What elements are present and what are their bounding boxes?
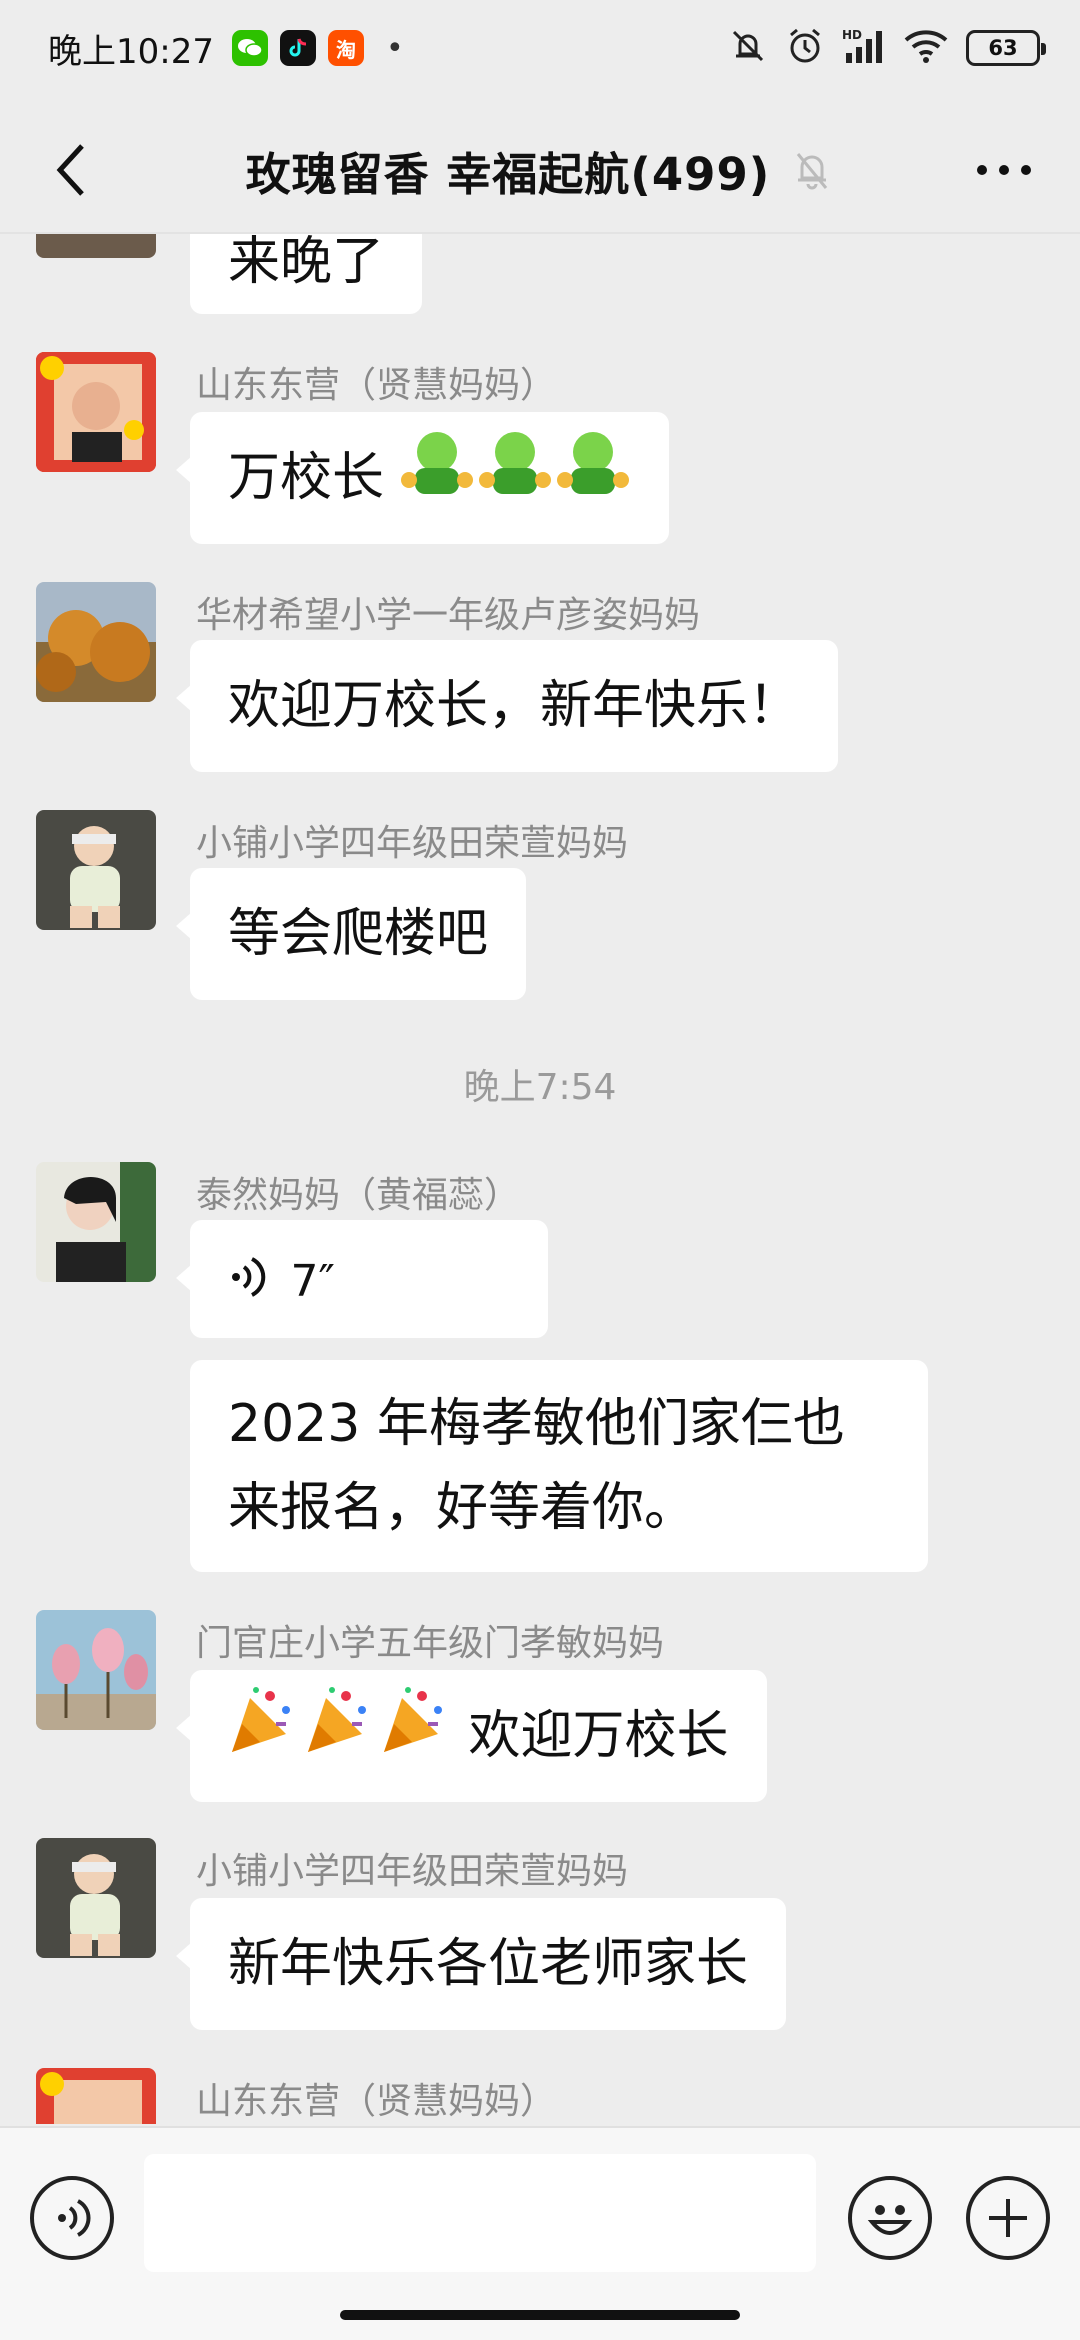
message-text-line: 来报名，好等着你。 [228,1478,697,1538]
plus-icon [989,2199,1027,2237]
more-options-button[interactable] [968,138,1040,202]
avatar[interactable] [36,810,156,930]
avatar[interactable] [36,352,156,472]
sender-name: 小铺小学四年级田荣萱妈妈 [196,823,629,864]
taobao-icon: 淘 [327,30,364,66]
sender-name: 小铺小学四年级田荣萱妈妈 [196,1851,629,1892]
mute-bell-icon [790,148,834,192]
gentleman-emoji [400,415,631,547]
smiley-icon [867,2205,913,2235]
more-actions-button[interactable] [966,2176,1050,2260]
voice-message-bubble[interactable]: 7″ [176,1220,548,1341]
message-bubble[interactable]: 万校长 [176,412,669,547]
time-separator: 晚上7:54 [463,1067,617,1108]
message-bubble[interactable]: 欢迎万校长，新年快乐！ [175,640,839,772]
message-text: 欢迎万校长 [468,1706,729,1766]
voice-wave-icon [230,1223,266,1341]
message-bubble[interactable]: 来晚了 [190,234,423,314]
avatar[interactable] [36,1610,156,1730]
voice-duration: 7″ [290,1256,335,1307]
message-bubble[interactable]: 2023 年梅孝敏他们家仨也 来报名，好等着你。 [190,1360,928,1572]
chat-header: 玫瑰留香 幸福起航(499) [0,110,1080,230]
chevron-left-icon [56,144,84,196]
avatar[interactable] [36,582,156,702]
voice-input-button[interactable] [30,2176,114,2260]
message-text: 万校长 [228,448,385,508]
alarm-icon [786,27,824,69]
chat-title: 玫瑰留香 幸福起航(499) [245,147,771,201]
tiktok-icon [279,30,316,66]
notification-dot: • [385,30,404,66]
input-bar [0,2126,1080,2340]
sender-name: 门官庄小学五年级门孝敏妈妈 [196,1623,665,1664]
chat-message-list[interactable]: 来晚了 山东东营（贤慧妈妈） 万校长 华材希望小学一年级卢彦姿妈妈 欢迎万校长，… [0,234,1080,2124]
status-indicators: HD 63 [728,26,1046,70]
sender-name: 山东东营（贤慧妈妈） [196,365,557,406]
sender-name: 山东东营（贤慧妈妈） [196,2081,557,2122]
status-app-icons: 淘 • [231,30,404,66]
message-bubble[interactable]: 等会爬楼吧 [175,868,527,1000]
avatar[interactable] [36,2068,156,2124]
message-bubble[interactable]: 新年快乐各位老师家长 [175,1898,787,2030]
status-time: 晚上10:27 [48,31,214,72]
avatar[interactable] [36,1162,156,1282]
voice-wave-icon [58,2199,91,2237]
home-indicator[interactable] [340,2310,740,2320]
battery-indicator: 63 [966,30,1046,66]
back-button[interactable] [40,138,104,202]
sender-name: 华材希望小学一年级卢彦姿妈妈 [196,595,701,636]
message-bubble[interactable]: 欢迎万校长 [176,1670,767,1805]
mute-status-icon [728,26,768,70]
avatar[interactable] [36,1838,156,1958]
emoji-button[interactable] [848,2176,932,2260]
status-bar: 晚上10:27 淘 • HD 63 [0,0,1080,96]
sender-name: 泰然妈妈（黄福蕊） [196,1175,521,1216]
party-popper-emoji [226,1673,452,1805]
message-input[interactable] [144,2154,816,2272]
more-dots-icon [977,165,1031,175]
hd-label: HD [842,28,862,42]
avatar[interactable] [36,234,156,258]
wechat-icon [231,30,268,66]
message-text-line: 2023 年梅孝敏他们家仨也 [228,1394,845,1454]
wifi-icon [904,28,948,68]
signal-icon: HD [842,27,886,69]
